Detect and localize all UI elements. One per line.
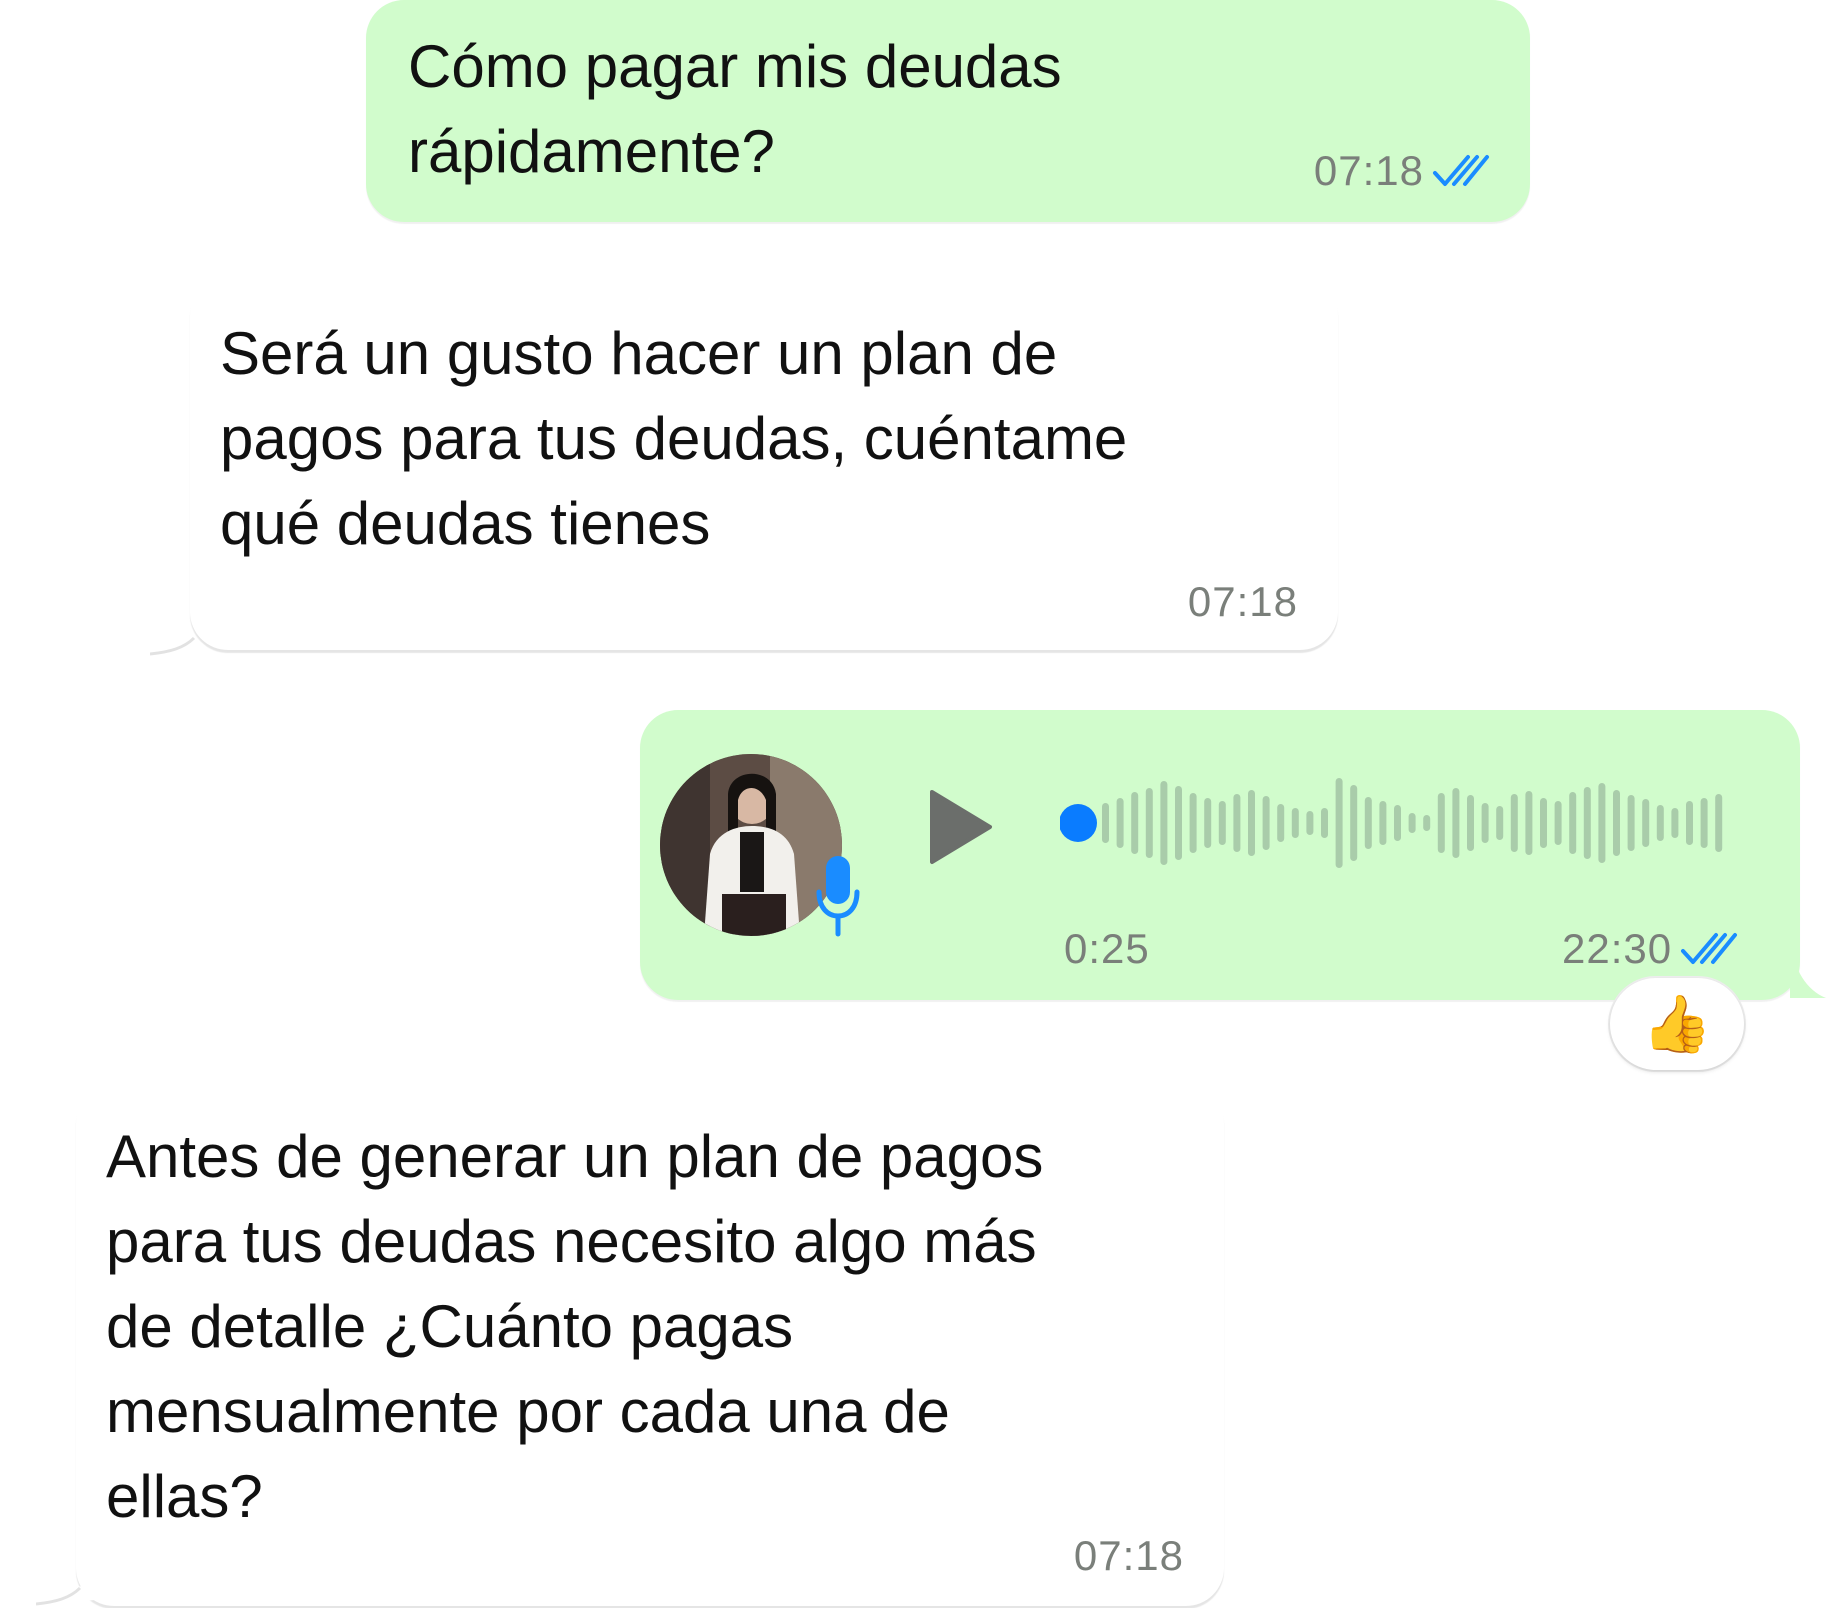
waveform-bar (1321, 808, 1328, 838)
double-check-icon (1433, 155, 1489, 186)
waveform-bar (1569, 792, 1577, 854)
waveform-bar (1656, 805, 1664, 841)
waveform-bar (1642, 799, 1650, 847)
waveform-bar (1394, 805, 1401, 841)
message-text: Antes de generar un plan de pagos para t… (106, 1123, 1044, 1530)
playback-progress-dot[interactable] (1060, 804, 1097, 842)
thumbs-up-emoji: 👍 (1642, 992, 1712, 1055)
bubble-tail (1790, 940, 1826, 998)
waveform-bar (1700, 798, 1708, 848)
waveform-bar (1175, 786, 1182, 860)
waveform-bar (1583, 787, 1591, 859)
voice-duration: 0:25 (1064, 925, 1150, 972)
waveform-bar (1248, 790, 1255, 856)
waveform-bar (1291, 808, 1299, 838)
message-time: 07:18 (1073, 1532, 1184, 1579)
waveform-bar (1496, 806, 1504, 840)
message-time: 22:30 (1562, 925, 1673, 972)
waveform-bar (1350, 785, 1358, 861)
waveform-bar (1189, 793, 1197, 853)
waveform-bar (1233, 794, 1241, 852)
outgoing-message-bubble[interactable]: Cómo pagar mis deudas rápidamente? 07:18 (366, 0, 1530, 222)
waveform-bar (1467, 795, 1474, 851)
bubble-tail (36, 1586, 96, 1606)
bubble-tail (150, 636, 210, 656)
waveform-bar (1715, 794, 1723, 852)
waveform-bar (1627, 795, 1635, 851)
waveform-bar (1335, 778, 1343, 868)
reaction-badge[interactable]: 👍 (1610, 978, 1744, 1070)
incoming-message-bubble[interactable]: Antes de generar un plan de pagos para t… (76, 1086, 1224, 1606)
message-time: 07:18 (1187, 578, 1298, 625)
waveform-bar (1306, 811, 1314, 835)
waveform-bar (1525, 791, 1533, 855)
waveform-bar (1686, 801, 1693, 845)
waveform-bar (1102, 803, 1109, 843)
waveform-bar (1408, 813, 1416, 833)
waveform-bar (1437, 793, 1445, 853)
waveform-bar (1423, 815, 1431, 831)
waveform-bar (1262, 796, 1270, 850)
microphone-icon (816, 856, 860, 937)
waveform-bar (1510, 794, 1518, 852)
message-text: Cómo pagar mis deudas rápidamente? (408, 33, 1062, 185)
message-meta: 07:18 (1314, 147, 1490, 195)
waveform-bar (1160, 781, 1168, 865)
waveform-bar (1540, 798, 1547, 848)
waveform-bar (1481, 803, 1489, 843)
waveform-bar (1131, 792, 1139, 854)
waveform-bar (1116, 798, 1124, 848)
waveform-bar (1379, 801, 1387, 845)
message-meta: 22:30 (1562, 925, 1738, 973)
waveform-bar (1613, 790, 1620, 856)
waveform-bar (1554, 801, 1562, 845)
message-meta: 07:18 (1074, 1532, 1184, 1580)
waveform-bar (1452, 788, 1460, 858)
play-icon[interactable] (928, 788, 994, 866)
waveform-bar (1204, 798, 1212, 848)
message-meta: 07:18 (1188, 578, 1298, 626)
message-text: Será un gusto hacer un plan de pagos par… (220, 320, 1128, 557)
waveform-bar (1598, 783, 1606, 863)
waveform-bar (1671, 808, 1679, 838)
voice-waveform[interactable] (1060, 775, 1730, 875)
message-time: 07:18 (1313, 147, 1424, 194)
waveform-bar (1145, 788, 1153, 858)
incoming-message-bubble[interactable]: Será un gusto hacer un plan de pagos par… (190, 278, 1338, 650)
waveform-bar (1218, 801, 1226, 845)
waveform-bar (1277, 804, 1285, 842)
double-check-icon (1681, 933, 1738, 964)
waveform-bar (1364, 797, 1372, 849)
